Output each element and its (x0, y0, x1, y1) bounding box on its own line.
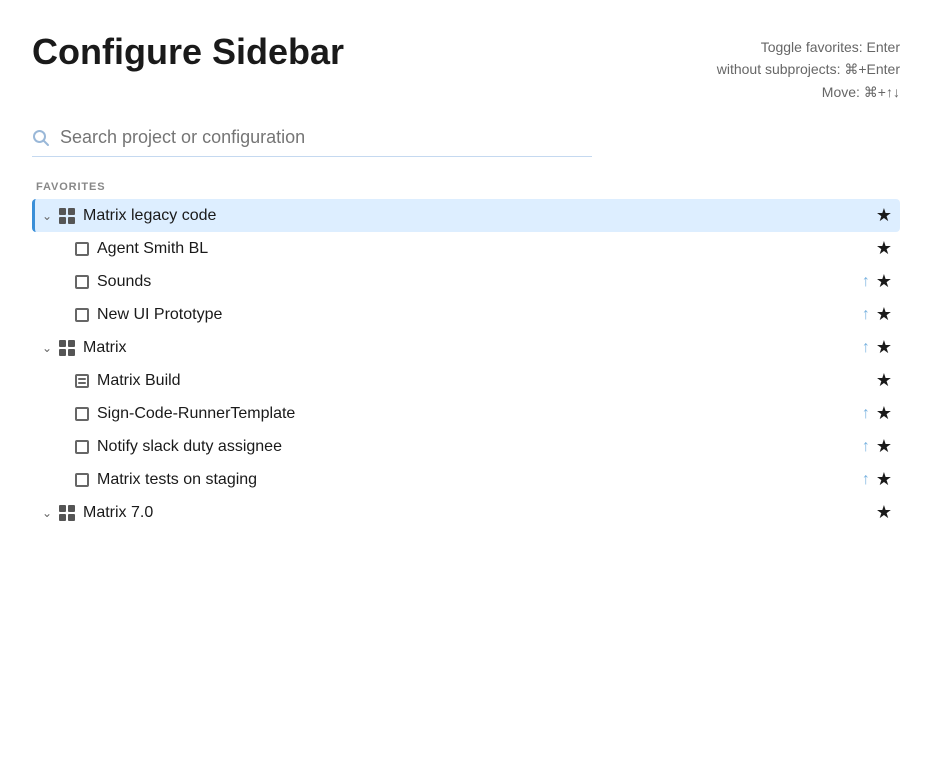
move-up-icon[interactable]: ↑ (862, 471, 870, 489)
star-filled-icon[interactable]: ★ (876, 469, 892, 490)
item-label: Matrix tests on staging (97, 471, 862, 489)
star-filled-icon[interactable]: ★ (876, 403, 892, 424)
grid-project-icon (59, 340, 75, 356)
list-item-matrix-7[interactable]: ⌄ Matrix 7.0 ★ (32, 496, 900, 529)
item-actions: ↑ ★ (862, 469, 892, 490)
item-actions: ★ (876, 238, 892, 259)
list-item-agent-smith[interactable]: Agent Smith BL ★ (32, 232, 900, 265)
item-actions: ↑ ★ (862, 337, 892, 358)
item-actions: ★ (876, 370, 892, 391)
list-item-matrix-tests[interactable]: Matrix tests on staging ↑ ★ (32, 463, 900, 496)
favorites-list: ⌄ Matrix legacy code ★ Agent Smith BL (32, 199, 900, 529)
star-filled-icon[interactable]: ★ (876, 436, 892, 457)
item-label: Matrix legacy code (83, 207, 876, 225)
move-up-icon[interactable]: ↑ (862, 405, 870, 423)
configure-sidebar-page: Configure Sidebar Toggle favorites: Ente… (0, 0, 932, 545)
item-label: Notify slack duty assignee (97, 438, 862, 456)
item-label: New UI Prototype (97, 306, 862, 324)
item-actions: ★ (876, 502, 892, 523)
square-config-icon (75, 473, 89, 487)
item-label: Sign-Code-RunnerTemplate (97, 405, 862, 423)
star-filled-icon[interactable]: ★ (876, 502, 892, 523)
grid-project-icon (59, 208, 75, 224)
item-actions: ★ (876, 205, 892, 226)
header-row: Configure Sidebar Toggle favorites: Ente… (32, 32, 900, 103)
search-area (32, 127, 592, 157)
list-item-matrix-build[interactable]: Matrix Build ★ (32, 364, 900, 397)
star-filled-icon[interactable]: ★ (876, 238, 892, 259)
item-actions: ↑ ★ (862, 403, 892, 424)
item-label: Sounds (97, 273, 862, 291)
build-config-icon (75, 374, 89, 388)
star-filled-icon[interactable]: ★ (876, 271, 892, 292)
star-filled-icon[interactable]: ★ (876, 337, 892, 358)
square-config-icon (75, 440, 89, 454)
list-item-sign-code-runner[interactable]: Sign-Code-RunnerTemplate ↑ ★ (32, 397, 900, 430)
list-item-matrix-legacy[interactable]: ⌄ Matrix legacy code ★ (32, 199, 900, 232)
list-item-new-ui-prototype[interactable]: New UI Prototype ↑ ★ (32, 298, 900, 331)
list-item-sounds[interactable]: Sounds ↑ ★ (32, 265, 900, 298)
chevron-icon: ⌄ (39, 341, 55, 355)
keyboard-hints: Toggle favorites: Enter without subproje… (717, 36, 900, 103)
move-up-icon[interactable]: ↑ (862, 273, 870, 291)
square-config-icon (75, 407, 89, 421)
item-actions: ↑ ★ (862, 436, 892, 457)
star-filled-icon[interactable]: ★ (876, 370, 892, 391)
favorites-section: FAVORITES ⌄ Matrix legacy code ★ (32, 181, 900, 529)
move-up-icon[interactable]: ↑ (862, 306, 870, 324)
list-item-matrix[interactable]: ⌄ Matrix ↑ ★ (32, 331, 900, 364)
grid-project-icon (59, 505, 75, 521)
star-filled-icon[interactable]: ★ (876, 304, 892, 325)
square-config-icon (75, 275, 89, 289)
item-label: Agent Smith BL (97, 240, 876, 258)
item-actions: ↑ ★ (862, 271, 892, 292)
item-actions: ↑ ★ (862, 304, 892, 325)
square-config-icon (75, 308, 89, 322)
chevron-icon: ⌄ (39, 506, 55, 520)
square-config-icon (75, 242, 89, 256)
section-label-favorites: FAVORITES (36, 181, 900, 193)
star-filled-icon[interactable]: ★ (876, 205, 892, 226)
item-label: Matrix Build (97, 372, 876, 390)
item-label: Matrix 7.0 (83, 504, 876, 522)
hint-toggle: Toggle favorites: Enter (717, 36, 900, 58)
search-icon (32, 129, 50, 147)
search-input[interactable] (60, 127, 592, 148)
hint-move: Move: ⌘+↑↓ (717, 81, 900, 103)
hint-subprojects: without subprojects: ⌘+Enter (717, 58, 900, 80)
move-up-icon[interactable]: ↑ (862, 438, 870, 456)
page-title: Configure Sidebar (32, 32, 344, 72)
move-up-icon[interactable]: ↑ (862, 339, 870, 357)
item-label: Matrix (83, 339, 862, 357)
chevron-icon: ⌄ (39, 209, 55, 223)
list-item-notify-slack[interactable]: Notify slack duty assignee ↑ ★ (32, 430, 900, 463)
